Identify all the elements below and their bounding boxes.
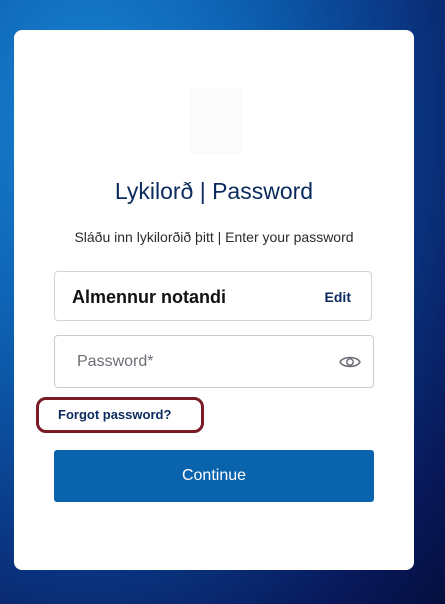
logo [189, 88, 241, 154]
continue-button[interactable]: Continue [54, 450, 374, 502]
username-display: Almennur notandi Edit [54, 271, 372, 321]
page-title: Lykilorð | Password [114, 178, 314, 204]
eye-icon[interactable] [339, 352, 361, 372]
login-card: Lykilorð | Password Sláðu inn lykilorðið… [14, 30, 414, 570]
username-text: Almennur notandi [72, 287, 226, 307]
page-subtitle: Sláðu inn lykilorðið þitt | Enter your p… [74, 229, 354, 245]
forgot-password-link[interactable]: Forgot password? [58, 407, 171, 422]
password-field-container [54, 335, 374, 388]
password-input[interactable] [55, 336, 373, 387]
edit-username-link[interactable]: Edit [325, 289, 351, 305]
